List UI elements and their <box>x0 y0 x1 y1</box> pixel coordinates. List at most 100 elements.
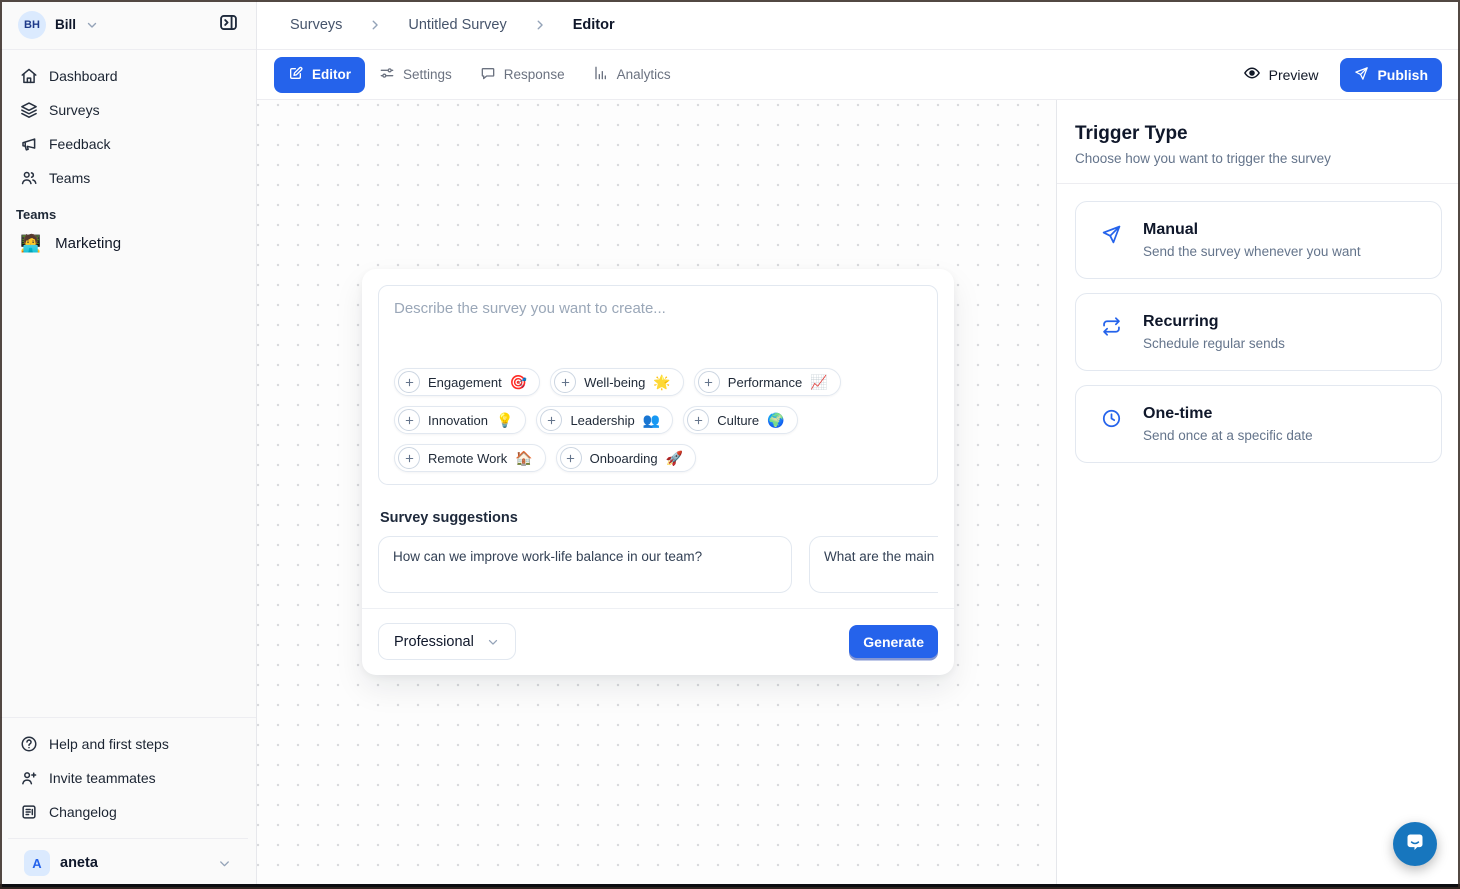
rocket-emoji-icon: 🚀 <box>666 451 683 465</box>
user-name: aneta <box>60 855 98 871</box>
toolbar-actions: Preview Publish <box>1243 58 1442 92</box>
trigger-option-recurring[interactable]: Recurring Schedule regular sends <box>1075 293 1442 371</box>
app-window: BH Bill Dashboard Surv <box>0 0 1460 889</box>
ai-composer-card: Engagement 🎯 Well-being 🌟 Performance <box>362 269 954 675</box>
plus-icon <box>398 371 420 393</box>
sidebar-item-invite[interactable]: Invite teammates <box>8 761 248 795</box>
workspace-switcher[interactable]: BH Bill <box>0 0 256 50</box>
team-name: Marketing <box>55 235 121 252</box>
breadcrumb-surveys[interactable]: Surveys <box>290 17 342 33</box>
trigger-option-one-time[interactable]: One-time Send once at a specific date <box>1075 385 1442 463</box>
send-icon <box>1101 221 1123 259</box>
chip-label: Performance <box>728 375 802 390</box>
chip-well-being[interactable]: Well-being 🌟 <box>550 368 684 396</box>
survey-prompt-input[interactable] <box>394 300 922 368</box>
sidebar-item-label: Dashboard <box>49 68 118 84</box>
chip-culture[interactable]: Culture 🌍 <box>683 406 797 434</box>
trigger-option-manual[interactable]: Manual Send the survey whenever you want <box>1075 201 1442 279</box>
chevron-down-icon <box>217 856 232 871</box>
chip-label: Engagement <box>428 375 502 390</box>
sidebar-item-label: Teams <box>49 170 90 186</box>
trigger-type-panel: Trigger Type Choose how you want to trig… <box>1057 100 1460 889</box>
chip-label: Culture <box>717 413 759 428</box>
sidebar-item-surveys[interactable]: Surveys <box>8 93 248 127</box>
megaphone-icon <box>20 135 38 153</box>
tab-settings[interactable]: Settings <box>365 57 466 93</box>
chat-icon <box>480 65 496 84</box>
bulb-emoji-icon: 💡 <box>496 413 513 427</box>
chip-label: Innovation <box>428 413 488 428</box>
chart-emoji-icon: 📈 <box>810 375 827 389</box>
technologist-emoji-icon: 🧑‍💻 <box>20 235 41 252</box>
user-plus-icon <box>20 769 38 787</box>
edit-icon <box>288 65 304 84</box>
tone-select[interactable]: Professional <box>378 623 516 660</box>
tone-select-value: Professional <box>394 634 474 650</box>
chip-engagement[interactable]: Engagement 🎯 <box>394 368 540 396</box>
layers-icon <box>20 101 38 119</box>
editor-canvas[interactable]: Engagement 🎯 Well-being 🌟 Performance <box>257 100 1057 889</box>
suggestion-card[interactable]: What are the main obstacles in our workf… <box>809 536 938 593</box>
plus-icon <box>560 447 582 469</box>
trigger-option-description: Send the survey whenever you want <box>1143 244 1361 259</box>
chip-performance[interactable]: Performance 📈 <box>694 368 841 396</box>
chat-bubble-icon <box>1403 830 1427 859</box>
breadcrumb: Surveys Untitled Survey Editor <box>257 0 1460 50</box>
trigger-options: Manual Send the survey whenever you want… <box>1057 184 1460 480</box>
plus-icon <box>540 409 562 431</box>
chat-launcher-button[interactable] <box>1393 822 1437 866</box>
sidebar-item-dashboard[interactable]: Dashboard <box>8 59 248 93</box>
sidebar-item-label: Changelog <box>49 804 117 820</box>
sidebar-item-label: Feedback <box>49 136 110 152</box>
house-emoji-icon: 🏠 <box>515 451 532 465</box>
preview-label: Preview <box>1269 67 1319 83</box>
chip-remote-work[interactable]: Remote Work 🏠 <box>394 444 546 472</box>
plus-icon <box>687 409 709 431</box>
plus-icon <box>698 371 720 393</box>
chip-label: Onboarding <box>590 451 658 466</box>
panel-title: Trigger Type <box>1075 123 1442 145</box>
bar-chart-icon <box>593 65 609 84</box>
tab-label: Editor <box>312 67 351 82</box>
topic-chips: Engagement 🎯 Well-being 🌟 Performance <box>394 368 922 472</box>
trigger-option-text: One-time Send once at a specific date <box>1143 405 1313 443</box>
teams-section-label: Teams <box>0 195 256 224</box>
chip-leadership[interactable]: Leadership 👥 <box>536 406 673 434</box>
sidebar-item-teams[interactable]: Teams <box>8 161 248 195</box>
sidebar-item-changelog[interactable]: Changelog <box>8 795 248 829</box>
sidebar: BH Bill Dashboard Surv <box>0 0 257 889</box>
tab-analytics[interactable]: Analytics <box>579 57 685 93</box>
suggestions-title: Survey suggestions <box>380 510 936 526</box>
sidebar-item-label: Surveys <box>49 102 100 118</box>
sidebar-nav: Dashboard Surveys Feedback Teams <box>0 50 256 195</box>
user-avatar: A <box>24 850 50 876</box>
sidebar-item-feedback[interactable]: Feedback <box>8 127 248 161</box>
clock-icon <box>1101 405 1123 443</box>
chip-onboarding[interactable]: Onboarding 🚀 <box>556 444 696 472</box>
sliders-icon <box>379 65 395 84</box>
chip-innovation[interactable]: Innovation 💡 <box>394 406 526 434</box>
globe-emoji-icon: 🌍 <box>767 413 784 427</box>
sidebar-item-label: Invite teammates <box>49 770 156 786</box>
star-emoji-icon: 🌟 <box>653 375 670 389</box>
chevron-down-icon <box>486 635 500 649</box>
publish-label: Publish <box>1377 67 1428 83</box>
content-row: Engagement 🎯 Well-being 🌟 Performance <box>257 100 1460 889</box>
workspace-name: Bill <box>55 17 76 32</box>
tab-response[interactable]: Response <box>466 57 579 93</box>
tab-label: Analytics <box>617 67 671 82</box>
prompt-box: Engagement 🎯 Well-being 🌟 Performance <box>378 285 938 485</box>
sidebar-item-team-marketing[interactable]: 🧑‍💻 Marketing <box>0 224 256 262</box>
publish-button[interactable]: Publish <box>1340 58 1442 92</box>
send-icon <box>1354 66 1369 84</box>
trigger-option-text: Manual Send the survey whenever you want <box>1143 221 1361 259</box>
generate-button[interactable]: Generate <box>849 625 938 658</box>
tab-editor[interactable]: Editor <box>274 57 365 93</box>
preview-button[interactable]: Preview <box>1243 64 1319 85</box>
suggestion-card[interactable]: How can we improve work-life balance in … <box>378 536 792 593</box>
user-menu[interactable]: A aneta <box>8 838 248 889</box>
sidebar-item-help[interactable]: Help and first steps <box>8 727 248 761</box>
breadcrumb-editor: Editor <box>573 17 615 33</box>
collapse-sidebar-button[interactable] <box>214 11 242 39</box>
breadcrumb-untitled-survey[interactable]: Untitled Survey <box>408 17 506 33</box>
